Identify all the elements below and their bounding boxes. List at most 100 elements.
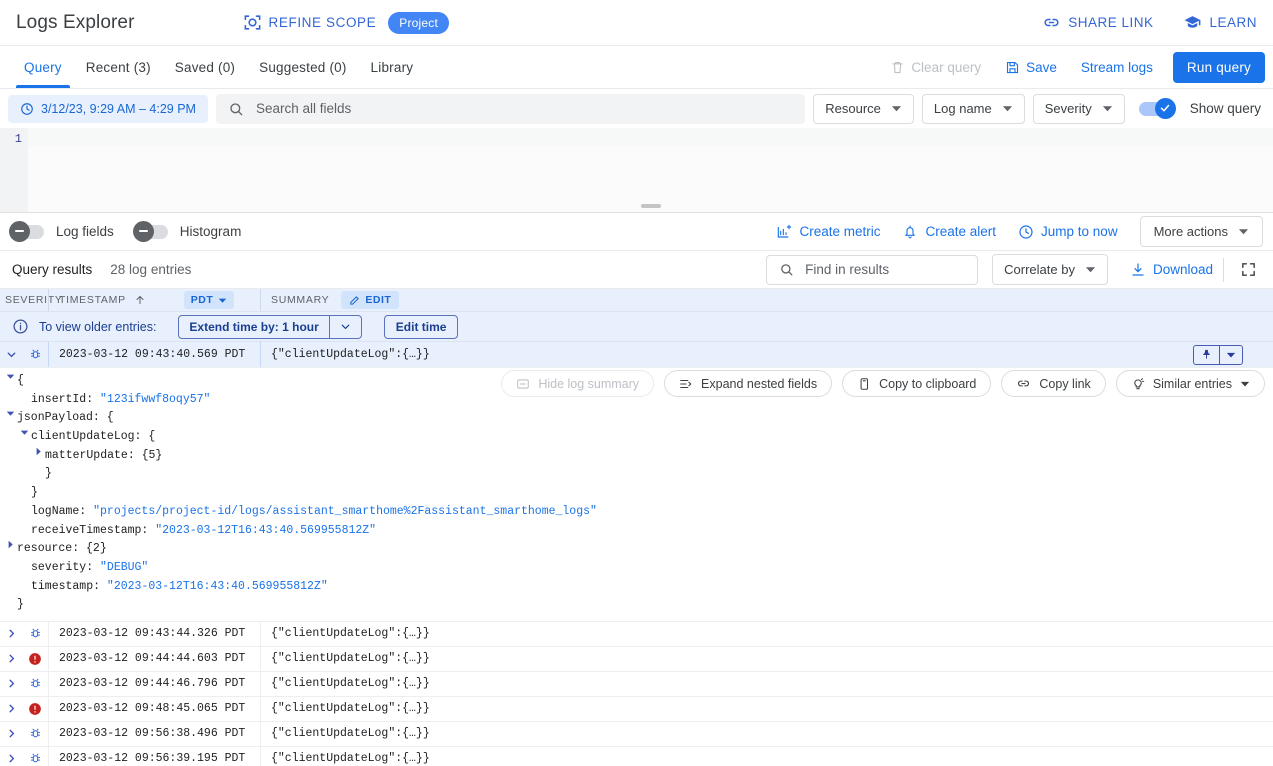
chevron-down-icon [339,320,352,333]
jump-to-now-button[interactable]: Jump to now [1018,224,1118,240]
link-icon [1016,376,1031,391]
expand-row-caret-icon[interactable] [0,752,22,765]
more-actions-dropdown[interactable]: More actions [1140,216,1263,247]
copy-to-clipboard-label: Copy to clipboard [879,377,976,391]
edit-summary-fields-button[interactable]: EDIT [341,291,399,309]
severity-filter-dropdown[interactable]: Severity [1033,94,1125,124]
hide-log-summary-button[interactable]: Hide log summary [501,370,654,397]
create-alert-button[interactable]: Create alert [902,224,996,240]
toggle-knob [9,221,30,242]
extend-time-dropdown-button[interactable] [330,315,362,339]
pin-icon [1201,349,1212,360]
save-disk-icon [1005,60,1020,75]
log-name-filter-dropdown[interactable]: Log name [922,94,1025,124]
json-line-text: severity: "DEBUG" [31,559,148,578]
timezone-dropdown[interactable]: PDT [184,291,235,309]
row-more-options-button[interactable] [1220,345,1243,365]
json-line-text: receiveTimestamp: "2023-03-12T16:43:40.5… [31,522,376,541]
similar-entries-button[interactable]: Similar entries [1116,370,1265,397]
editor-resize-handle[interactable] [641,204,661,208]
divider [1223,258,1224,282]
tab-recent[interactable]: Recent (3) [74,46,163,88]
expand-row-caret-icon[interactable] [0,677,22,690]
clear-query-button[interactable]: Clear query [878,60,993,75]
histogram-toggle[interactable] [136,225,168,239]
json-line: } [2,596,1273,615]
column-header-summary[interactable]: SUMMARY EDIT [260,289,1273,311]
stream-logs-button[interactable]: Stream logs [1069,60,1165,75]
json-line-text: clientUpdateLog: { [31,428,155,447]
search-all-fields-box[interactable] [216,94,805,124]
save-button[interactable]: Save [993,60,1069,75]
expand-row-caret-icon[interactable] [0,627,22,640]
time-range-picker[interactable]: 3/12/23, 9:29 AM – 4:29 PM [8,95,208,123]
row-summary: {"clientUpdateLog":{…}} [260,622,1273,646]
refine-scope-button[interactable]: REFINE SCOPE [243,13,377,32]
similar-entries-label: Similar entries [1153,377,1232,391]
json-expand-caret-icon[interactable] [6,540,17,549]
row-summary: {"clientUpdateLog":{…}} [260,672,1273,696]
show-query-toggle[interactable] [1139,102,1173,116]
table-row[interactable]: 2023-03-12 09:56:39.195 PDT{"clientUpdat… [0,747,1273,766]
column-header-severity[interactable]: SEVERITY [0,294,48,306]
extend-time-button[interactable]: Extend time by: 1 hour [178,315,329,339]
toggle-knob [133,221,154,242]
project-scope-chip[interactable]: Project [388,12,449,34]
pin-entry-button[interactable] [1193,345,1220,365]
copy-link-button[interactable]: Copy link [1001,370,1105,397]
search-input[interactable] [254,100,793,117]
log-entry-detail-panel: Hide log summary Expand nested fields [0,368,1273,622]
json-expand-caret-icon[interactable] [34,447,45,456]
create-metric-button[interactable]: Create metric [776,224,880,240]
find-in-results-input[interactable] [803,261,965,278]
editor-text-area[interactable] [28,128,1273,212]
table-row[interactable]: 2023-03-12 09:48:45.065 PDT{"clientUpdat… [0,697,1273,722]
column-header-timestamp[interactable]: TIMESTAMP PDT [48,289,260,311]
expand-row-caret-icon[interactable] [0,652,22,665]
table-row[interactable]: 2023-03-12 09:56:38.496 PDT{"clientUpdat… [0,722,1273,747]
resource-filter-dropdown[interactable]: Resource [813,94,914,124]
expand-nested-fields-button[interactable]: Expand nested fields [664,370,832,397]
query-editor[interactable]: 1 [0,128,1273,213]
expand-row-caret-icon[interactable] [0,727,22,740]
expand-nested-fields-label: Expand nested fields [701,377,817,391]
json-value: "DEBUG" [100,561,148,574]
resource-filter-label: Resource [825,101,881,116]
toggle-knob [1155,98,1176,119]
table-row[interactable]: 2023-03-12 09:43:44.326 PDT{"clientUpdat… [0,622,1273,647]
query-results-title: Query results [12,262,92,277]
run-query-button[interactable]: Run query [1173,52,1265,83]
json-collapse-caret-icon[interactable] [20,428,31,437]
tab-library[interactable]: Library [359,46,426,88]
fullscreen-button[interactable] [1234,261,1263,278]
json-value: "projects/project-id/logs/assistant_smar… [93,505,597,518]
save-label: Save [1026,60,1057,75]
collapse-row-caret-icon[interactable] [0,348,22,361]
json-line-text: insertId: "123ifwwf8oqy57" [31,391,210,410]
table-row[interactable]: 2023-03-12 09:44:46.796 PDT{"clientUpdat… [0,672,1273,697]
editor-active-line [28,128,1273,146]
tab-suggested[interactable]: Suggested (0) [247,46,358,88]
copy-to-clipboard-button[interactable]: Copy to clipboard [842,370,991,397]
tab-saved[interactable]: Saved (0) [163,46,247,88]
page-title: Logs Explorer [16,12,135,34]
find-in-results-box[interactable] [766,255,978,285]
share-link-button[interactable]: SHARE LINK [1042,13,1153,32]
create-alert-label: Create alert [925,224,996,239]
json-value: "2023-03-12T16:43:40.569955812Z" [107,580,328,593]
arrow-up-icon[interactable] [134,294,146,306]
learn-button[interactable]: LEARN [1183,13,1257,32]
edit-time-button[interactable]: Edit time [384,315,459,339]
expand-row-caret-icon[interactable] [0,702,22,715]
json-collapse-caret-icon[interactable] [6,372,17,381]
debug-bug-icon [22,348,48,361]
table-row[interactable]: 2023-03-12 09:44:44.603 PDT{"clientUpdat… [0,647,1273,672]
lightbulb-icon [1131,377,1145,391]
log-fields-toggle[interactable] [12,225,44,239]
tab-query[interactable]: Query [12,46,74,88]
download-button[interactable]: Download [1130,262,1213,278]
graduation-cap-icon [1183,13,1202,32]
json-collapse-caret-icon[interactable] [6,409,17,418]
correlate-by-dropdown[interactable]: Correlate by [992,254,1108,285]
table-row-selected[interactable]: 2023-03-12 09:43:40.569 PDT {"clientUpda… [0,342,1273,368]
